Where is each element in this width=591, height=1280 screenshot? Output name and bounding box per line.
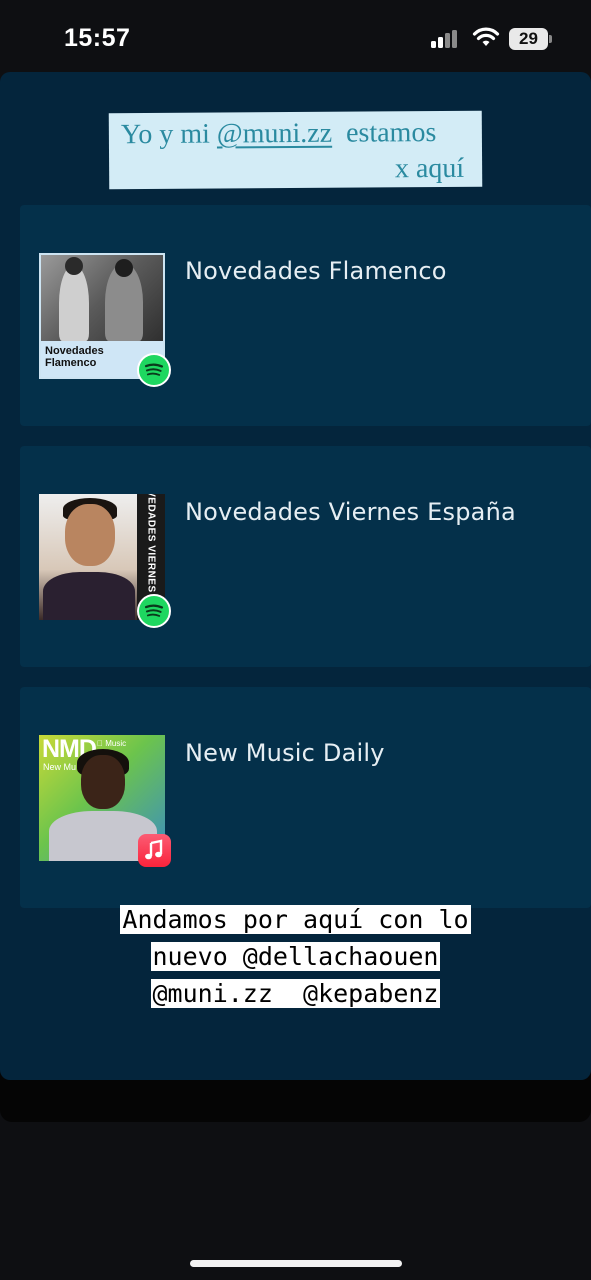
status-time: 15:57 bbox=[64, 24, 131, 52]
caption-line-1: Andamos por aquí con lo bbox=[120, 905, 471, 934]
status-bar: 15:57 29 bbox=[0, 0, 591, 72]
cellular-signal-icon bbox=[431, 30, 461, 48]
apple-music-icon bbox=[138, 834, 171, 867]
spotify-icon bbox=[137, 353, 171, 387]
sticker-mention-muni[interactable]: @muni.zz bbox=[217, 118, 332, 150]
caption-line-3[interactable]: @muni.zz @kepabenz bbox=[150, 979, 441, 1008]
sticker-text-suffix: estamos bbox=[331, 117, 437, 149]
battery-level: 29 bbox=[509, 28, 548, 50]
playlist-card-new-music-daily[interactable]: NMD  Music New Mu New Music Daily bbox=[20, 687, 591, 908]
apple-logo-icon:  bbox=[97, 739, 105, 748]
sticker-text-prefix: Yo y mi bbox=[120, 118, 217, 151]
apple-music-label:  Music bbox=[97, 739, 126, 748]
caption-line-2[interactable]: nuevo @dellachaouen bbox=[150, 942, 441, 971]
sticker-text-line2: x aquí bbox=[394, 152, 465, 185]
playlist-title: New Music Daily bbox=[185, 739, 385, 767]
battery-icon: 29 bbox=[509, 28, 553, 50]
cover-subtitle: New Mu bbox=[43, 762, 77, 772]
cover-title-text: Novedades Flamenco bbox=[45, 345, 104, 369]
text-sticker[interactable]: Yo y mi @muni.zz estamos x aquí bbox=[108, 110, 483, 190]
spotify-icon bbox=[137, 594, 171, 628]
playlist-title: Novedades Flamenco bbox=[185, 257, 447, 285]
playlist-card-novedades-viernes[interactable]: NOVEDADES VIERNES ESPAÑA Novedades Viern… bbox=[20, 446, 591, 667]
story-caption: Andamos por aquí con lo nuevo @dellachao… bbox=[0, 902, 591, 1013]
wifi-icon bbox=[472, 27, 500, 46]
playlist-card-novedades-flamenco[interactable]: Novedades Flamenco Novedades Flamenco bbox=[20, 205, 591, 426]
home-indicator[interactable] bbox=[190, 1260, 402, 1267]
playlist-title: Novedades Viernes España bbox=[185, 498, 516, 526]
